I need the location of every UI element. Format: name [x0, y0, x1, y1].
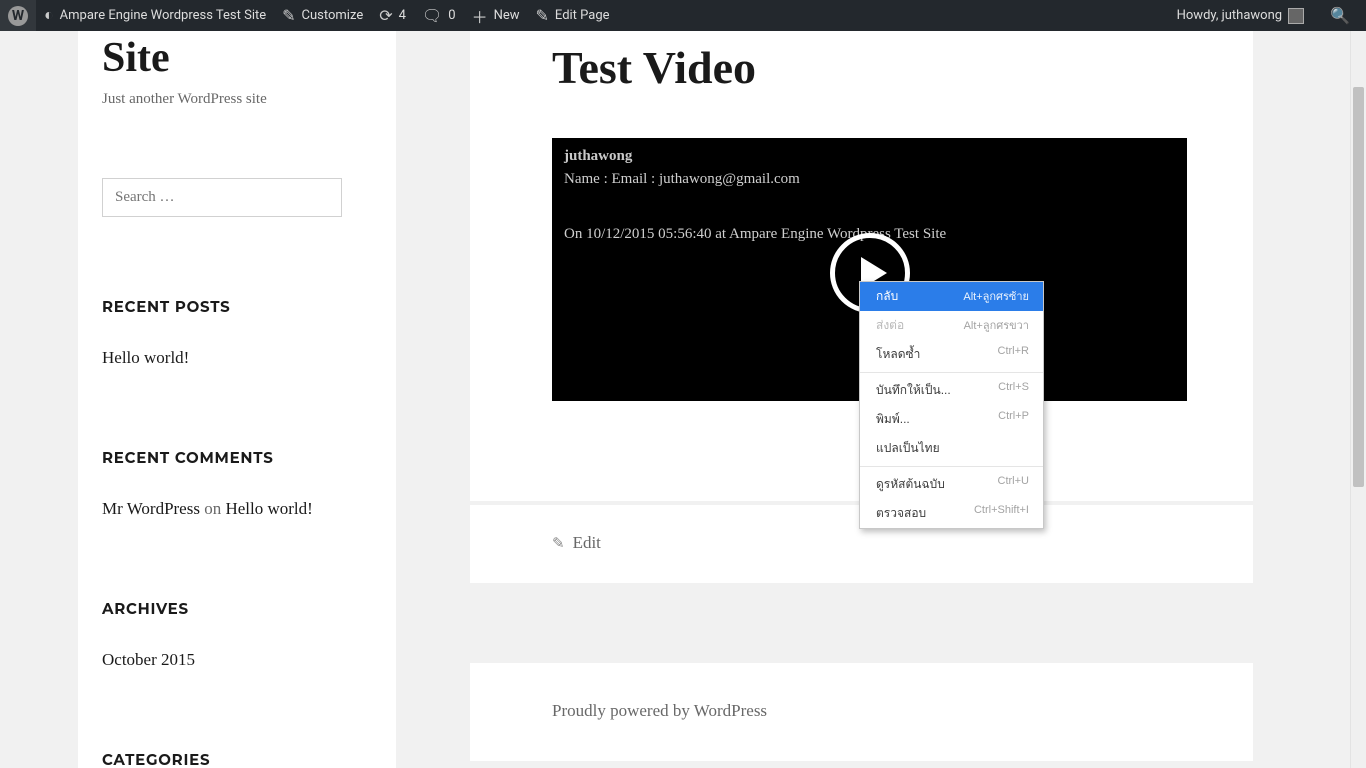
edit-page-item[interactable]: ✎ Edit Page	[528, 0, 618, 31]
left-margin	[0, 31, 78, 768]
context-menu-separator	[860, 466, 1043, 467]
pencil-icon: ✎	[536, 6, 549, 26]
search-icon: 🔍	[1330, 6, 1350, 26]
footer-text[interactable]: Proudly powered by WordPress	[552, 701, 767, 720]
avatar-icon	[1288, 8, 1304, 24]
context-menu-item[interactable]: ดูรหัสต้นฉบับ Ctrl+U	[860, 470, 1043, 499]
comments-count: 0	[448, 8, 455, 23]
video-meta-line: Name : Email : juthawong@gmail.com	[564, 171, 1175, 188]
customize-item[interactable]: ✎ Customize	[274, 0, 371, 31]
context-menu-item[interactable]: พิมพ์... Ctrl+P	[860, 405, 1043, 434]
context-menu-label: ดูรหัสต้นฉบับ	[876, 475, 945, 494]
context-menu-shortcut: Alt+ลูกศรขวา	[964, 316, 1029, 335]
context-menu-label: แปลเป็นไทย	[876, 439, 940, 458]
context-menu-label: พิมพ์...	[876, 410, 910, 429]
archives-widget: ARCHIVES October 2015	[102, 599, 372, 670]
card-gap	[470, 583, 1366, 663]
comments-item[interactable]: 🗨 0	[414, 0, 464, 31]
brush-icon: ✎	[282, 6, 295, 26]
search-toggle[interactable]: 🔍	[1322, 0, 1358, 31]
list-item: October 2015	[102, 650, 372, 670]
context-menu-item[interactable]: แปลเป็นไทย	[860, 434, 1043, 463]
context-menu-shortcut: Alt+ลูกศรซ้าย	[963, 287, 1029, 306]
context-menu-separator	[860, 372, 1043, 373]
video-author: juthawong	[564, 148, 1175, 165]
admin-bar-left: W ◐ Ampare Engine Wordpress Test Site ✎ …	[0, 0, 618, 31]
customize-label: Customize	[302, 8, 364, 23]
edit-page-label: Edit Page	[555, 8, 610, 23]
site-name-item[interactable]: ◐ Ampare Engine Wordpress Test Site	[36, 0, 274, 31]
new-content-item[interactable]: ＋ New	[464, 0, 528, 31]
recent-comments-widget: RECENT COMMENTS Mr WordPress on Hello wo…	[102, 448, 372, 519]
context-menu-label: โหลดซ้ำ	[876, 345, 920, 364]
page-body: Site Just another WordPress site RECENT …	[0, 31, 1366, 768]
footer-card: Proudly powered by WordPress	[470, 663, 1253, 761]
wordpress-logo-icon: W	[8, 6, 28, 26]
content-gutter	[396, 31, 470, 768]
updates-item[interactable]: ⟳ 4	[371, 0, 414, 31]
post-title: Test Video	[470, 31, 1253, 94]
categories-widget: CATEGORIES	[102, 750, 372, 768]
plus-icon: ＋	[472, 4, 488, 28]
site-name-label: Ampare Engine Wordpress Test Site	[60, 8, 266, 23]
context-menu-item[interactable]: ตรวจสอบ Ctrl+Shift+I	[860, 499, 1043, 528]
admin-bar-right: Howdy, juthawong 🔍	[1169, 0, 1366, 31]
new-label: New	[494, 8, 520, 23]
wp-logo-item[interactable]: W	[0, 0, 36, 31]
context-menu-shortcut: Ctrl+P	[998, 410, 1029, 429]
context-menu-item[interactable]: บันทึกให้เป็น... Ctrl+S	[860, 376, 1043, 405]
recent-posts-heading: RECENT POSTS	[102, 297, 372, 316]
context-menu-item[interactable]: กลับ Alt+ลูกศรซ้าย	[860, 282, 1043, 311]
edit-link[interactable]: Edit	[573, 533, 601, 553]
sidebar: Site Just another WordPress site RECENT …	[78, 31, 396, 768]
recent-posts-widget: RECENT POSTS Hello world!	[102, 297, 372, 368]
edit-icon: ✎	[552, 534, 565, 553]
wp-admin-bar: W ◐ Ampare Engine Wordpress Test Site ✎ …	[0, 0, 1366, 31]
recent-post-link[interactable]: Hello world!	[102, 348, 189, 368]
comment-post-link[interactable]: Hello world!	[225, 499, 312, 519]
context-menu-label: บันทึกให้เป็น...	[876, 381, 951, 400]
my-account-item[interactable]: Howdy, juthawong	[1169, 0, 1312, 31]
search-input[interactable]	[102, 178, 342, 217]
context-menu-item: ส่งต่อ Alt+ลูกศรขวา	[860, 311, 1043, 340]
recent-comments-heading: RECENT COMMENTS	[102, 448, 372, 467]
context-menu-shortcut: Ctrl+Shift+I	[974, 504, 1029, 523]
update-icon: ⟳	[379, 6, 392, 26]
context-menu-shortcut: Ctrl+S	[998, 381, 1029, 400]
context-menu-shortcut: Ctrl+U	[998, 475, 1029, 494]
updates-count: 4	[399, 8, 406, 23]
context-menu-label: ตรวจสอบ	[876, 504, 926, 523]
context-menu-item[interactable]: โหลดซ้ำ Ctrl+R	[860, 340, 1043, 369]
archive-link[interactable]: October 2015	[102, 650, 195, 670]
site-title[interactable]: Site	[102, 35, 372, 81]
context-menu-label: ส่งต่อ	[876, 316, 904, 335]
search-widget	[102, 178, 372, 217]
categories-heading: CATEGORIES	[102, 750, 372, 768]
comment-on: on	[200, 499, 226, 518]
howdy-label: Howdy, juthawong	[1177, 8, 1282, 23]
context-menu-label: กลับ	[876, 287, 898, 306]
comment-author-link[interactable]: Mr WordPress	[102, 499, 200, 519]
context-menu-shortcut: Ctrl+R	[998, 345, 1029, 364]
scrollbar-thumb[interactable]	[1353, 87, 1364, 487]
archives-heading: ARCHIVES	[102, 599, 372, 618]
scrollbar-track[interactable]	[1350, 31, 1366, 768]
list-item: Hello world!	[102, 348, 372, 368]
comment-icon: 🗨	[422, 6, 442, 26]
site-tagline: Just another WordPress site	[102, 91, 372, 108]
list-item: Mr WordPress on Hello world!	[102, 499, 372, 519]
dashboard-icon: ◐	[44, 7, 54, 25]
browser-context-menu[interactable]: กลับ Alt+ลูกศรซ้ายส่งต่อ Alt+ลูกศรขวาโหลดซ…	[859, 281, 1044, 529]
